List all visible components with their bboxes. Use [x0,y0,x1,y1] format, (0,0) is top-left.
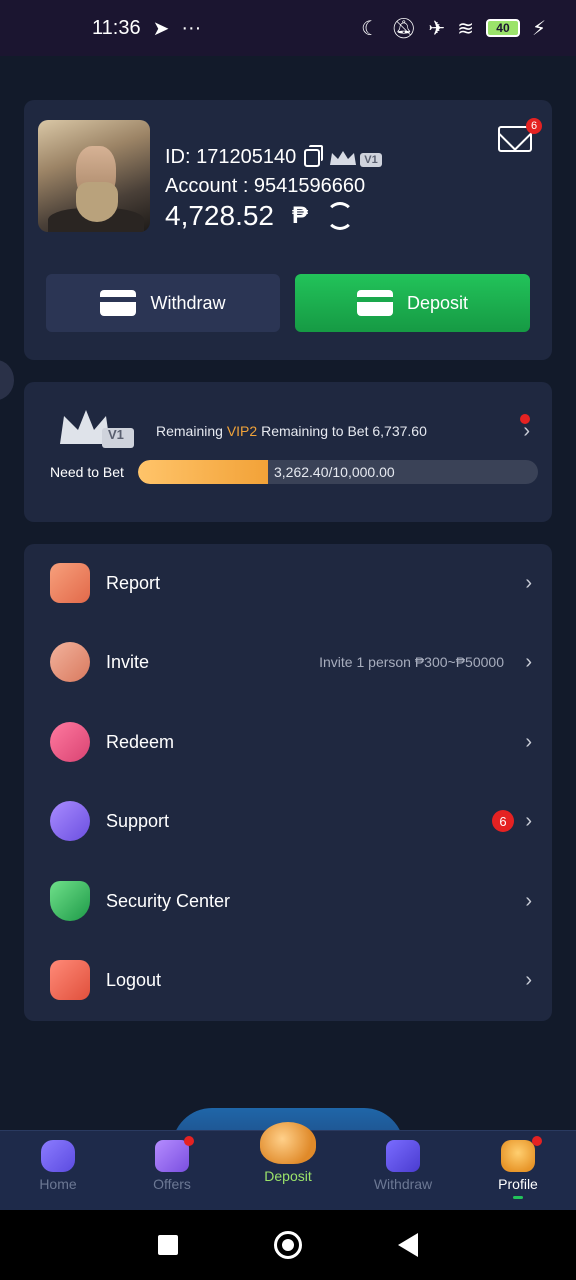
mail-icon[interactable]: 6 [498,118,542,152]
tab-label-offers: Offers [153,1176,191,1192]
tab-withdraw[interactable]: Withdraw [363,1140,443,1202]
wifi-icon: ≋ [457,17,474,40]
bet-progress-text: 3,262.40/10,000.00 [274,464,395,480]
offers-notification-dot [184,1136,194,1146]
support-icon [50,801,90,841]
back-icon[interactable] [398,1233,418,1257]
gift-icon [155,1140,189,1172]
withdraw-label: Withdraw [150,292,226,313]
deposit-label: Deposit [406,292,469,313]
menu-item-logout[interactable]: Logout › [24,945,552,1015]
withdraw-button[interactable]: Withdraw [46,274,280,332]
shield-icon [50,881,90,921]
vip-crown-icon [60,410,134,448]
menu-item-invite[interactable]: Invite Invite 1 person ₱300~₱50000 › [24,627,552,697]
active-tab-indicator [513,1196,523,1199]
tab-home[interactable]: Home [18,1140,98,1202]
redeem-icon [50,722,90,762]
menu-label-security: Security Center [106,890,231,911]
tab-label-withdraw: Withdraw [373,1176,433,1192]
menu-label-support: Support [106,810,170,831]
invite-icon [50,642,90,682]
more-icon: ··· [181,16,202,39]
vip-level-label: V1 [108,427,124,442]
invite-reward-text: Invite 1 person ₱300~₱50000 [319,654,504,670]
status-time: 11:36 [92,16,141,39]
telegram-icon: ➤ [152,17,170,40]
menu-label-logout: Logout [106,969,162,990]
need-to-bet-label: Need to Bet [50,464,124,480]
vip-level-tag: V1 [360,152,382,167]
menu-label-invite: Invite [106,651,150,672]
recent-apps-icon[interactable] [158,1235,178,1255]
chevron-right-icon[interactable]: › [523,420,530,443]
menu-item-security-center[interactable]: Security Center › [24,866,552,936]
support-badge: 6 [492,810,514,832]
home-button-icon[interactable] [274,1231,302,1259]
bet-progress-fill [138,460,269,484]
chevron-right-icon: › [525,571,532,594]
logout-icon [50,960,90,1000]
vip-remaining-text: Remaining to Bet 6,737.60 [261,423,427,439]
menu-card: Report › Invite Invite 1 person ₱300~₱50… [24,544,552,1021]
deposit-card-icon [356,290,393,316]
menu-label-redeem: Redeem [106,731,175,752]
tab-label-deposit: Deposit [264,1168,312,1184]
menu-item-redeem[interactable]: Redeem › [24,707,552,777]
charging-icon: ⚡ [531,17,546,40]
battery-icon: 40 [485,19,520,37]
profile-face-icon [501,1140,535,1172]
profile-card: ID: 171205140 V1 Account : 9541596660 4,… [24,100,552,360]
status-bar: 11:36 ➤ ··· ☾ 🔕︎ ✈ ≋ 40 ⚡ [0,0,576,56]
copy-icon[interactable] [304,144,324,167]
tab-label-profile: Profile [498,1176,538,1192]
withdraw-card-icon [100,290,137,316]
chevron-right-icon: › [525,889,532,912]
menu-item-support[interactable]: Support 6 › [24,786,552,856]
system-nav-bar [0,1210,576,1280]
account-number: Account : 9541596660 [165,175,366,197]
vip-progress-card[interactable]: V1 Remaining VIP2 Remaining to Bet 6,737… [24,382,552,522]
deposit-button[interactable]: Deposit [295,274,530,332]
airplane-icon: ✈ [428,17,446,40]
chevron-right-icon: › [525,650,532,673]
refresh-icon[interactable] [326,202,355,230]
vip-badge: V1 [328,149,382,167]
crown-icon [330,150,357,165]
mail-badge: 6 [526,118,542,134]
money-bag-icon [260,1122,316,1164]
chevron-right-icon: › [525,968,532,991]
currency-symbol: ₱ [292,202,309,229]
avatar[interactable] [38,120,150,232]
wallet-icon [386,1140,420,1172]
tab-profile[interactable]: Profile [478,1136,558,1202]
report-icon [50,563,90,603]
chevron-right-icon: › [525,809,532,832]
vip-next-level: VIP2 [226,423,258,439]
chevron-right-icon: › [525,730,532,753]
balance-amount: 4,728.52 [165,200,274,231]
tab-deposit[interactable]: Deposit [248,1122,328,1184]
menu-item-report[interactable]: Report › [24,548,552,618]
tab-label-home: Home [39,1176,77,1192]
menu-label-report: Report [106,572,161,593]
user-id: ID: 171205140 [165,146,297,168]
bet-progress-bar: 3,262.40/10,000.00 [138,460,538,484]
gamepad-icon [41,1140,75,1172]
vip-remaining-prefix: Remaining [156,423,223,439]
profile-notification-dot [532,1136,542,1146]
moon-icon: ☾ [361,17,380,40]
tab-offers[interactable]: Offers [132,1136,212,1202]
mute-icon: 🔕︎ [391,17,417,40]
